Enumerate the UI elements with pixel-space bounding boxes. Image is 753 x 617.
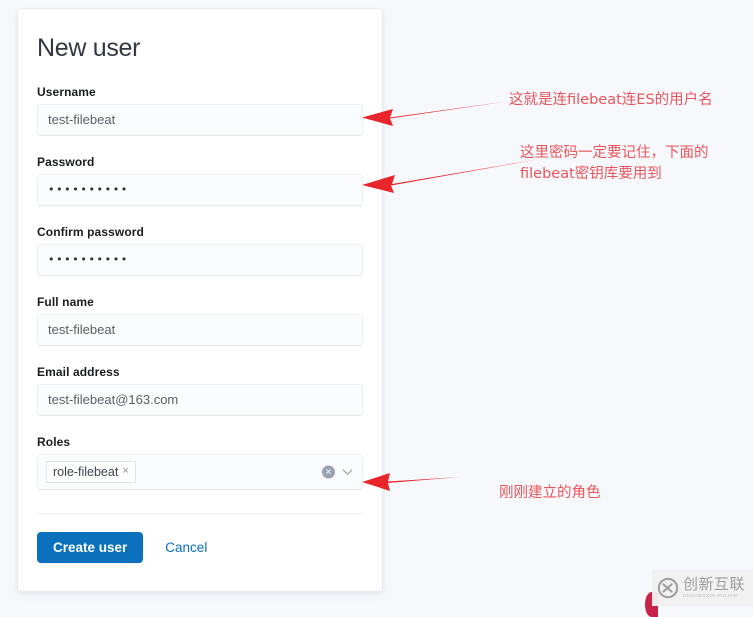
annotation-arrow-roles bbox=[362, 473, 460, 491]
confirm-password-input[interactable]: •••••••••• bbox=[37, 243, 363, 276]
form-row-username: Username test-filebeat bbox=[37, 85, 363, 136]
role-pill[interactable]: role-filebeat × bbox=[46, 460, 136, 483]
label-full-name: Full name bbox=[37, 294, 94, 309]
remove-role-icon[interactable]: × bbox=[122, 466, 128, 477]
password-input[interactable]: •••••••••• bbox=[37, 173, 363, 206]
roles-combobox[interactable]: role-filebeat × ✕ bbox=[37, 453, 363, 490]
label-email-address: Email address bbox=[37, 364, 120, 379]
form-row-password: Password •••••••••• bbox=[37, 155, 363, 206]
annotation-username: 这就是连filebeat连ES的用户名 bbox=[509, 92, 713, 108]
cx-logo-icon bbox=[657, 577, 679, 599]
cancel-button[interactable]: Cancel bbox=[165, 540, 207, 555]
email-address-input[interactable]: test-filebeat@163.com bbox=[37, 383, 363, 416]
role-pill-label: role-filebeat bbox=[53, 464, 119, 479]
annotation-arrow-username bbox=[362, 101, 510, 126]
watermark-en: CHUANGXIN HULIAN bbox=[683, 593, 738, 599]
footer-divider bbox=[37, 512, 363, 514]
watermark-text: 创新互联 CHUANGXIN HULIAN bbox=[683, 577, 745, 599]
username-input[interactable]: test-filebeat bbox=[37, 103, 363, 136]
label-roles: Roles bbox=[37, 434, 71, 449]
page-title: New user bbox=[37, 34, 141, 62]
roles-combobox-actions: ✕ bbox=[322, 465, 353, 478]
form-row-roles: Roles role-filebeat × ✕ bbox=[37, 435, 363, 490]
form-row-email-address: Email address test-filebeat@163.com bbox=[37, 365, 363, 416]
chevron-down-icon[interactable] bbox=[342, 466, 353, 477]
new-user-card: New user Username test-filebeat Password… bbox=[17, 8, 383, 592]
label-confirm-password: Confirm password bbox=[37, 224, 144, 239]
annotation-arrow-password bbox=[362, 159, 540, 193]
annotation-roles: 刚刚建立的角色 bbox=[499, 485, 601, 501]
username-input-value: test-filebeat bbox=[48, 112, 116, 127]
footer-actions: Create user Cancel bbox=[37, 531, 363, 574]
label-username: Username bbox=[37, 84, 96, 99]
email-address-input-value: test-filebeat@163.com bbox=[48, 392, 179, 407]
full-name-input[interactable]: test-filebeat bbox=[37, 313, 363, 346]
annotation-password: 这里密码一定要记住，下面的 filebeat密钥库要用到 bbox=[520, 145, 709, 182]
full-name-input-value: test-filebeat bbox=[48, 322, 116, 337]
confirm-password-input-value: •••••••••• bbox=[48, 253, 129, 266]
create-user-button[interactable]: Create user bbox=[37, 531, 144, 563]
watermark-cn: 创新互联 bbox=[683, 575, 746, 594]
form-row-confirm-password: Confirm password •••••••••• bbox=[37, 225, 363, 276]
form-row-full-name: Full name test-filebeat bbox=[37, 295, 363, 346]
watermark: 创新互联 CHUANGXIN HULIAN bbox=[652, 570, 753, 606]
password-input-value: •••••••••• bbox=[48, 183, 129, 196]
label-password: Password bbox=[37, 154, 95, 169]
clear-selection-icon[interactable]: ✕ bbox=[322, 465, 335, 478]
